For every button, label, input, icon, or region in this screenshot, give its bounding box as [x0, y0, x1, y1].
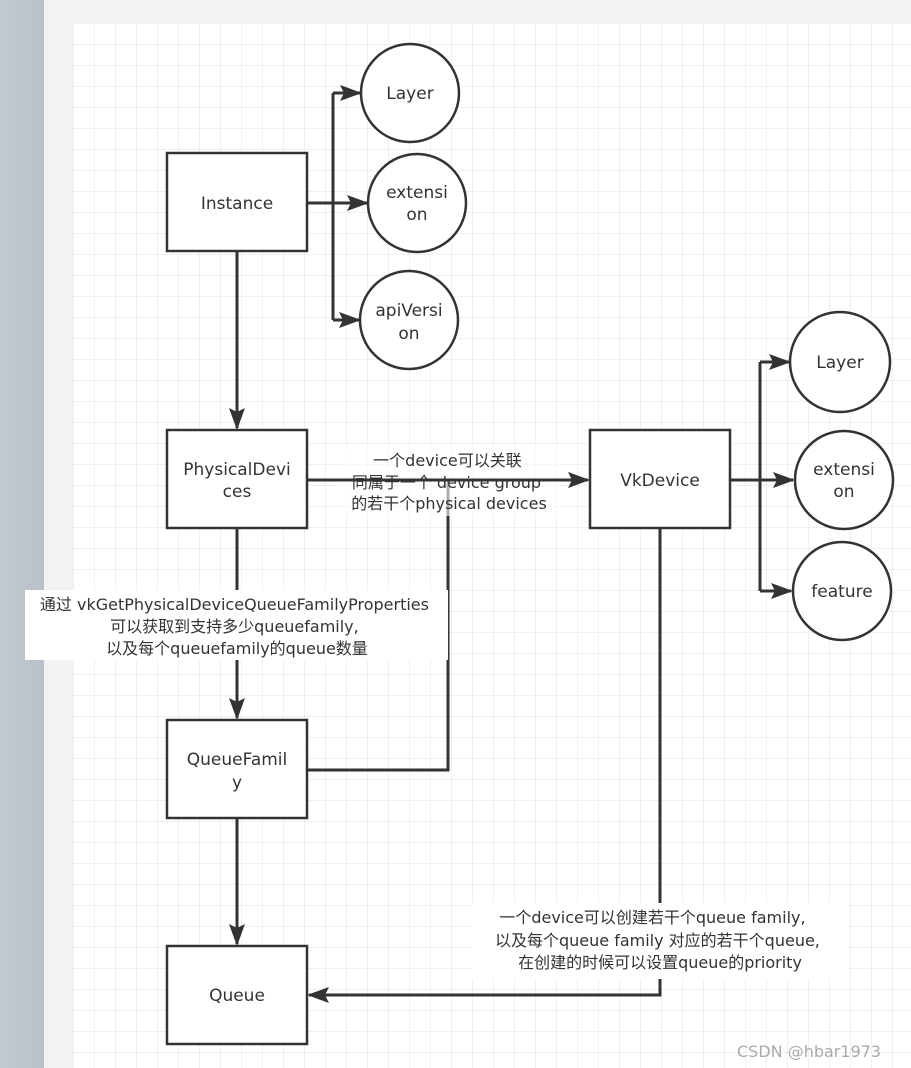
node-instance-extension[interactable]: extensi on	[366, 152, 468, 254]
node-queue-family[interactable]: QueueFamil y	[165, 718, 309, 820]
node-device-extension[interactable]: extensi on	[793, 429, 895, 531]
note-create-queue: 一个device可以创建若干个queue family, 以及每个queue f…	[495, 908, 825, 972]
node-instance[interactable]: Instance	[165, 151, 309, 253]
svg-text:feature: feature	[811, 582, 872, 602]
svg-text:Queue: Queue	[209, 986, 265, 1006]
svg-text:VkDevice: VkDevice	[620, 471, 700, 491]
node-device-layer[interactable]: Layer	[788, 310, 892, 414]
svg-text:Instance: Instance	[201, 194, 273, 214]
node-physical-devices[interactable]: PhysicalDevi ces	[165, 428, 309, 530]
svg-text:Layer: Layer	[386, 84, 433, 104]
node-instance-apiversion[interactable]: apiVersi on	[358, 269, 460, 371]
svg-text:Layer: Layer	[816, 353, 863, 373]
node-instance-layer[interactable]: Layer	[359, 42, 461, 144]
node-vkdevice[interactable]: VkDevice	[588, 428, 732, 530]
node-device-feature[interactable]: feature	[791, 540, 893, 642]
node-queue[interactable]: Queue	[165, 944, 309, 1046]
note-device-group: 一个device可以关联 同属于一个 device group 的若干个phys…	[351, 451, 547, 513]
diagram-canvas: 一个device可以关联 同属于一个 device group 的若干个phys…	[25, 23, 911, 1068]
watermark: CSDN @hbar1973	[737, 1042, 881, 1061]
